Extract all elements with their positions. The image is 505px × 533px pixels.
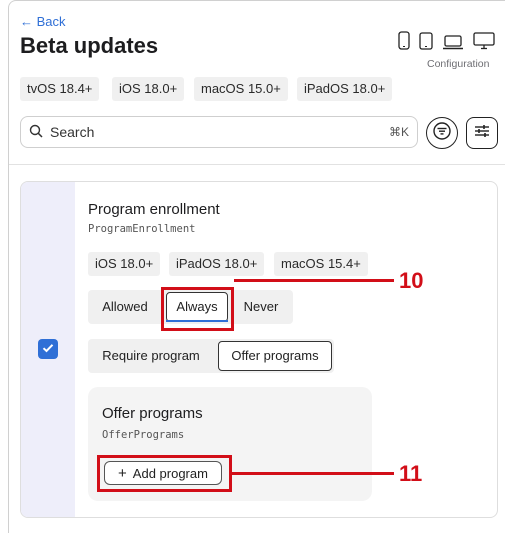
configuration-label: Configuration xyxy=(427,58,490,70)
highlight-add-program xyxy=(97,455,232,492)
filter-icon xyxy=(433,121,451,145)
subsetting-key: OfferPrograms xyxy=(102,429,185,441)
search-placeholder: Search xyxy=(50,124,95,140)
subsetting-name: Offer programs xyxy=(102,405,203,422)
laptop-icon[interactable] xyxy=(442,35,464,50)
adjust-button[interactable] xyxy=(466,117,498,149)
page-title: Beta updates xyxy=(20,33,159,58)
callout-number-11: 11 xyxy=(399,461,423,486)
callout-number-10: 10 xyxy=(399,268,424,293)
platform-tag-ipados: iPadOS 18.0+ xyxy=(297,77,393,101)
setting-tag-ios: iOS 18.0+ xyxy=(88,252,161,276)
program-segmented-control: Require program Offer programs xyxy=(88,339,334,373)
setting-key: ProgramEnrollment xyxy=(88,223,196,235)
sliders-icon xyxy=(473,122,491,145)
desktop-icon[interactable] xyxy=(473,32,495,50)
checkmark-icon xyxy=(42,340,54,358)
back-link[interactable]: ← Back xyxy=(20,14,66,29)
search-shortcut: ⌘K xyxy=(388,125,409,139)
phone-icon[interactable] xyxy=(398,31,410,50)
platform-tag-macos: macOS 15.0+ xyxy=(194,77,288,101)
setting-enabled-checkbox[interactable] xyxy=(38,339,58,359)
highlight-always xyxy=(161,287,234,331)
callout-line-11 xyxy=(232,472,394,475)
setting-name: Program enrollment xyxy=(88,201,220,218)
callout-line-10 xyxy=(234,279,394,282)
setting-tag-ipados: iPadOS 18.0+ xyxy=(169,252,265,276)
option-offer-programs[interactable]: Offer programs xyxy=(218,341,332,371)
option-allowed[interactable]: Allowed xyxy=(88,290,162,324)
option-require-program[interactable]: Require program xyxy=(88,339,214,373)
filter-button[interactable] xyxy=(426,117,458,149)
device-icons xyxy=(398,31,495,50)
tablet-icon[interactable] xyxy=(419,32,433,50)
option-never[interactable]: Never xyxy=(231,290,291,324)
platform-tag-ios: iOS 18.0+ xyxy=(112,77,185,101)
search-input[interactable]: Search ⌘K xyxy=(20,116,418,148)
search-icon xyxy=(29,124,43,141)
platform-tag-tvos: tvOS 18.4+ xyxy=(20,77,100,101)
divider xyxy=(9,164,505,165)
setting-tag-macos: macOS 15.4+ xyxy=(274,252,368,276)
